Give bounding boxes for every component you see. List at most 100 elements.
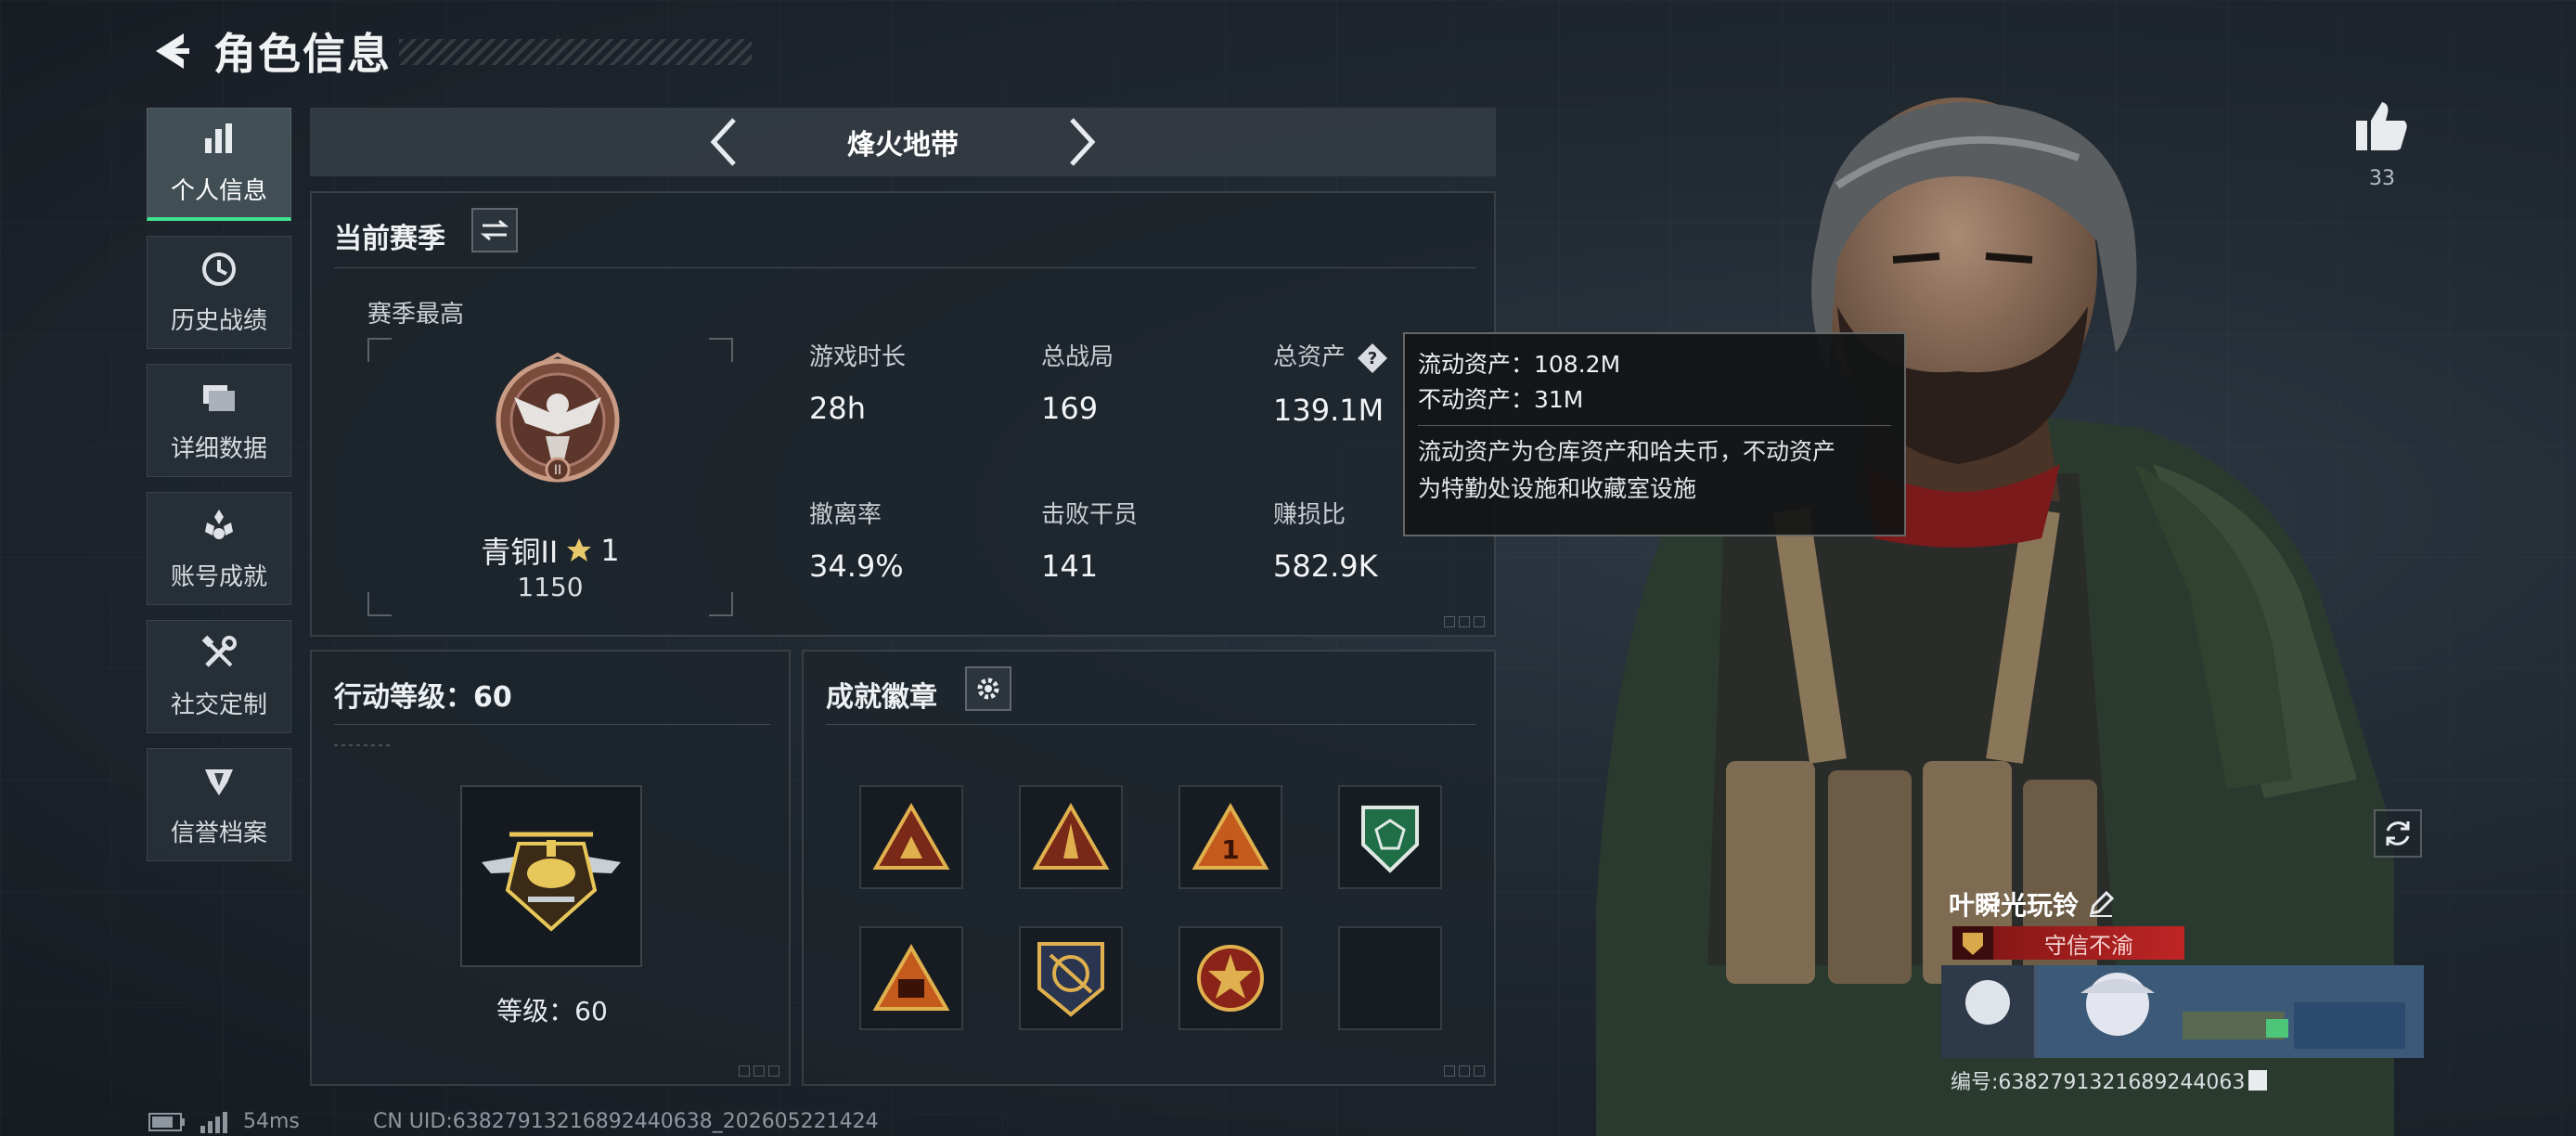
badge-slot-empty[interactable]: [1338, 926, 1442, 1030]
copy-icon[interactable]: [2248, 1070, 2268, 1091]
triangle-badge-icon: [872, 803, 950, 870]
badges-divider: [826, 724, 1475, 725]
season-title: 当前赛季: [334, 223, 445, 255]
stat-label: 总战局: [1041, 343, 1114, 371]
stat-value: 141: [1041, 549, 1099, 584]
helicopter-level-emblem-icon: [482, 832, 621, 932]
level-emblem-frame: [460, 785, 642, 967]
badge-slot[interactable]: [1179, 926, 1282, 1030]
badge-slot[interactable]: [1338, 785, 1442, 889]
header: 角色信息: [148, 19, 752, 84]
stat-operators-defeated: 击败干员 141: [1041, 496, 1138, 584]
achievement-icon: [205, 509, 233, 539]
gear-icon: [977, 678, 999, 700]
sidebar-item-social-customize[interactable]: 社交定制: [147, 620, 291, 733]
level-value: 等级：60: [496, 996, 608, 1026]
rank-stars: 1: [600, 533, 620, 568]
swap-icon: [481, 219, 509, 241]
stat-label: 游戏时长: [809, 343, 907, 371]
dash-decoration: [334, 744, 390, 746]
badge-slot[interactable]: [859, 785, 963, 889]
stat-label: 击败干员: [1041, 501, 1139, 529]
tooltip-liquid-assets: 流动资产：108.2M: [1418, 351, 1621, 378]
tooltip-description-line2: 为特勤处设施和收藏室设施: [1418, 475, 1697, 502]
crest-badge-icon: [1037, 942, 1104, 1017]
stat-extraction-rate: 撤离率 34.9%: [809, 496, 904, 584]
tooltip-divider: [1418, 425, 1891, 426]
badge-slot[interactable]: 1: [1179, 785, 1282, 889]
triangle-badge-icon: [1032, 803, 1110, 870]
likes: 33: [2350, 100, 2415, 190]
season-divider: [334, 267, 1475, 268]
status-bar: 54ms: [148, 1110, 300, 1133]
season-panel: 当前赛季 赛季最高 II 青铜II 1 1150 游戏时长 28h 总战局 16…: [310, 191, 1496, 637]
assets-tooltip: 流动资产：108.2M 不动资产：31M 流动资产为仓库资产和哈夫币，不动资产 …: [1403, 332, 1906, 536]
season-best-label: 赛季最高: [367, 301, 465, 329]
sidebar-item-account-achievements[interactable]: 账号成就: [147, 492, 291, 605]
tooltip-description-line1: 流动资产为仓库资产和哈夫币，不动资产: [1418, 438, 1836, 465]
sidebar-item-credit-record[interactable]: 信誉档案: [147, 748, 291, 861]
bronze-rank-emblem-icon: II: [496, 352, 620, 483]
player-id-row: 编号:6382791321689244063: [1951, 1065, 2268, 1095]
tools-icon: [201, 635, 237, 667]
bar-chart-icon: [205, 123, 232, 153]
season-switch-button[interactable]: [471, 208, 518, 252]
stat-profit-loss-ratio: 赚损比 582.9K: [1273, 496, 1378, 584]
stat-value: 582.9K: [1273, 549, 1378, 584]
sidebar-item-label: 账号成就: [170, 562, 267, 591]
badge-slot[interactable]: [1019, 785, 1123, 889]
edit-pencil-icon[interactable]: [2088, 891, 2115, 917]
panel-corner-decoration: [1444, 616, 1485, 627]
svg-text:?: ?: [1368, 349, 1377, 368]
frame-corner: [367, 338, 392, 362]
ping-value: 54ms: [243, 1110, 300, 1133]
side-nav: 个人信息 历史战绩 详细数据 账号成就 社交定制 信誉档案: [147, 108, 291, 876]
action-level-panel: 行动等级：60 等级：60: [310, 650, 791, 1086]
signal-icon: [200, 1111, 227, 1133]
sidebar-item-label: 历史战绩: [170, 306, 267, 335]
star-medal-badge-icon: [1197, 945, 1264, 1012]
badge-settings-button[interactable]: [965, 666, 1011, 711]
svg-text:1: 1: [1221, 834, 1239, 865]
badge-slot[interactable]: [859, 926, 963, 1030]
achievement-badges-panel: 成就徽章 1: [802, 650, 1496, 1086]
battery-icon: [148, 1112, 185, 1131]
frame-corner: [709, 338, 733, 362]
thumbs-up-icon[interactable]: [2354, 100, 2410, 152]
sidebar-item-personal-info[interactable]: 个人信息: [147, 108, 291, 221]
rank-frame: II 青铜II 1 1150: [367, 338, 733, 616]
action-level-title: 行动等级：60: [334, 681, 512, 714]
svg-text:II: II: [554, 463, 561, 478]
star-icon: [567, 538, 592, 562]
player-banner[interactable]: [1941, 965, 2424, 1058]
stat-value: 28h: [809, 391, 866, 426]
sidebar-item-label: 个人信息: [170, 177, 267, 205]
green-shield-badge-icon: [1361, 806, 1419, 873]
badge-slot[interactable]: [1019, 926, 1123, 1030]
honor-title-badge: 守信不渝: [1952, 926, 2184, 960]
honor-title: 守信不渝: [2044, 932, 2133, 959]
rank-score: 1150: [517, 572, 584, 602]
mode-label: 烽火地带: [847, 129, 959, 161]
triangle-badge-icon: 1: [1191, 803, 1269, 870]
player-name: 叶瞬光玩铃: [1949, 890, 2080, 921]
folder-icon: [203, 384, 235, 411]
back-arrow-icon[interactable]: [148, 28, 195, 74]
sidebar-item-detailed-data[interactable]: 详细数据: [147, 364, 291, 477]
refresh-button[interactable]: [2374, 809, 2422, 858]
help-icon[interactable]: ?: [1357, 342, 1388, 374]
prev-mode-arrow-icon[interactable]: [704, 114, 745, 170]
mode-switcher: 烽火地带: [310, 108, 1496, 176]
panel-corner-decoration: [739, 1065, 779, 1077]
sidebar-item-history[interactable]: 历史战绩: [147, 236, 291, 349]
likes-count: 33: [2369, 167, 2395, 190]
level-divider: [334, 724, 770, 725]
badges-title: 成就徽章: [826, 681, 937, 714]
player-id: 编号:6382791321689244063: [1951, 1071, 2246, 1094]
history-icon: [202, 252, 236, 286]
tooltip-fixed-assets: 不动资产：31M: [1418, 386, 1584, 413]
next-mode-arrow-icon[interactable]: [1061, 114, 1101, 170]
title-hatch-decoration: [399, 39, 752, 65]
stat-total-assets: 总资产 ? 139.1M: [1273, 338, 1388, 428]
stat-label: 总资产 ?: [1273, 338, 1388, 374]
